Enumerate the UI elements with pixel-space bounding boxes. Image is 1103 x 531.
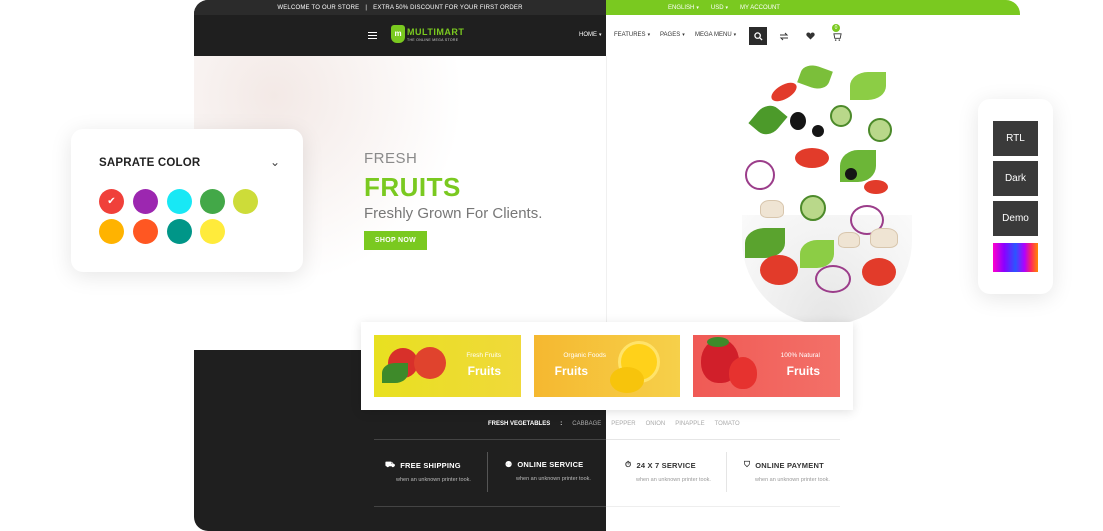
- tag-link[interactable]: CABBAGE: [572, 421, 601, 427]
- color-swatch-lime[interactable]: [233, 189, 258, 214]
- currency-select[interactable]: USD ▾: [711, 5, 728, 11]
- topbar-separator: |: [365, 4, 368, 11]
- color-swatch-yellow[interactable]: [200, 219, 225, 244]
- cart-count-badge: 0: [832, 24, 840, 32]
- card-category-title: Fruits: [554, 364, 588, 378]
- service-title: ONLINE SERVICE: [517, 460, 584, 469]
- wishlist-heart-icon[interactable]: [801, 27, 819, 45]
- check-icon: ✔: [107, 196, 116, 207]
- service-title: 24 X 7 SERVICE: [636, 460, 696, 470]
- tags-colon: :: [560, 421, 563, 427]
- dark-button[interactable]: Dark: [993, 161, 1038, 196]
- tags-label: FRESH VEGETABLES: [488, 421, 551, 427]
- color-swatch-cyan[interactable]: [167, 189, 192, 214]
- service-online-service: ⚉ ONLINE SERVICE when an unknown printer …: [505, 460, 591, 482]
- color-swatch-red[interactable]: ✔: [99, 189, 124, 214]
- user-icon: ⚉: [505, 460, 513, 469]
- service-desc: when an unknown printer took.: [516, 476, 591, 482]
- stage: WELCOME TO OUR STORE | EXTRA 50% DISCOUN…: [0, 0, 1103, 531]
- divider: [606, 439, 840, 440]
- demo-button[interactable]: Demo: [993, 201, 1038, 236]
- color-gradient-picker[interactable]: [993, 243, 1038, 272]
- search-icon[interactable]: [749, 27, 767, 45]
- card-category-title: Fruits: [467, 364, 501, 378]
- nav-features[interactable]: FEATURES ▾: [614, 32, 650, 38]
- logo-text[interactable]: MULTIMART: [407, 27, 464, 37]
- service-online-payment: ⛉ ONLINE PAYMENT when an unknown printer …: [744, 460, 830, 483]
- discount-text: EXTRA 50% DISCOUNT FOR YOUR FIRST ORDER: [373, 4, 523, 11]
- tag-link[interactable]: PINAPPLE: [675, 421, 704, 427]
- service-title: FREE SHIPPING: [400, 460, 461, 470]
- service-desc: when an unknown printer took.: [755, 477, 830, 483]
- service-24x7: ⏱ 24 X 7 SERVICE when an unknown printer …: [625, 460, 711, 483]
- color-panel-title: SAPRATE COLOR: [99, 157, 201, 169]
- logo-tagline: THE ONLINE MEGA STORE: [407, 38, 459, 42]
- topbar-green: ENGLISH ▾ USD ▾ MY ACCOUNT: [606, 0, 1020, 15]
- split-divider: [606, 56, 607, 350]
- color-swatch-orange[interactable]: [133, 219, 158, 244]
- compare-icon[interactable]: [775, 27, 793, 45]
- card-category-name: 100% Natural: [780, 352, 820, 359]
- nav-mega-menu[interactable]: MEGA MENU ▾: [695, 32, 736, 38]
- chevron-down-icon[interactable]: ⌄: [270, 155, 280, 169]
- service-desc: when an unknown printer took.: [396, 477, 471, 483]
- topbar-dark: WELCOME TO OUR STORE | EXTRA 50% DISCOUN…: [194, 0, 606, 15]
- rtl-button[interactable]: RTL: [993, 121, 1038, 156]
- shop-now-button[interactable]: SHOP NOW: [364, 231, 427, 250]
- nav-home[interactable]: HOME ▾: [579, 32, 602, 38]
- support-icon: ⏱: [625, 460, 632, 469]
- category-card-fresh-fruits[interactable]: Fresh Fruits Fruits: [374, 335, 521, 397]
- card-category-name: Fresh Fruits: [466, 352, 501, 359]
- service-desc: when an unknown printer took.: [636, 477, 711, 483]
- my-account-link[interactable]: MY ACCOUNT: [740, 5, 780, 11]
- tag-link[interactable]: PEPPER: [611, 421, 635, 427]
- tag-link[interactable]: ONION: [646, 421, 666, 427]
- logo-icon[interactable]: m: [391, 25, 405, 43]
- truck-icon: ⛟: [385, 460, 396, 469]
- divider: [374, 439, 606, 440]
- service-separator: [726, 452, 727, 492]
- service-title: ONLINE PAYMENT: [755, 460, 824, 470]
- tags-row: FRESH VEGETABLES : CABBAGE PEPPER ONION …: [488, 421, 740, 427]
- card-category-title: Fruits: [786, 364, 820, 378]
- theme-options-panel: RTL Dark Demo: [978, 99, 1053, 294]
- category-card-natural[interactable]: 100% Natural Fruits: [693, 335, 840, 397]
- hero-title: FRUITS: [364, 172, 461, 202]
- hero-fresh-label: FRESH: [364, 150, 418, 167]
- color-swatch-purple[interactable]: [133, 189, 158, 214]
- color-swatch-amber[interactable]: [99, 219, 124, 244]
- hamburger-menu-icon[interactable]: [368, 32, 377, 39]
- language-select[interactable]: ENGLISH ▾: [668, 5, 699, 11]
- service-free-shipping: ⛟ FREE SHIPPING when an unknown printer t…: [385, 460, 471, 483]
- color-swatch-teal[interactable]: [167, 219, 192, 244]
- hero-subtitle: Freshly Grown For Clients.: [364, 205, 543, 222]
- payment-icon: ⛉: [744, 460, 751, 469]
- color-swatch-green[interactable]: [200, 189, 225, 214]
- divider: [374, 506, 606, 507]
- service-separator: [487, 452, 488, 492]
- divider: [606, 506, 840, 507]
- category-card-organic-foods[interactable]: Organic Foods Fruits: [534, 335, 680, 397]
- tag-link[interactable]: TOMATO: [715, 421, 740, 427]
- welcome-text: WELCOME TO OUR STORE: [277, 4, 360, 11]
- card-category-name: Organic Foods: [563, 352, 606, 359]
- color-picker-panel: SAPRATE COLOR ⌄ ✔: [71, 129, 303, 272]
- nav-pages[interactable]: PAGES ▾: [660, 32, 685, 38]
